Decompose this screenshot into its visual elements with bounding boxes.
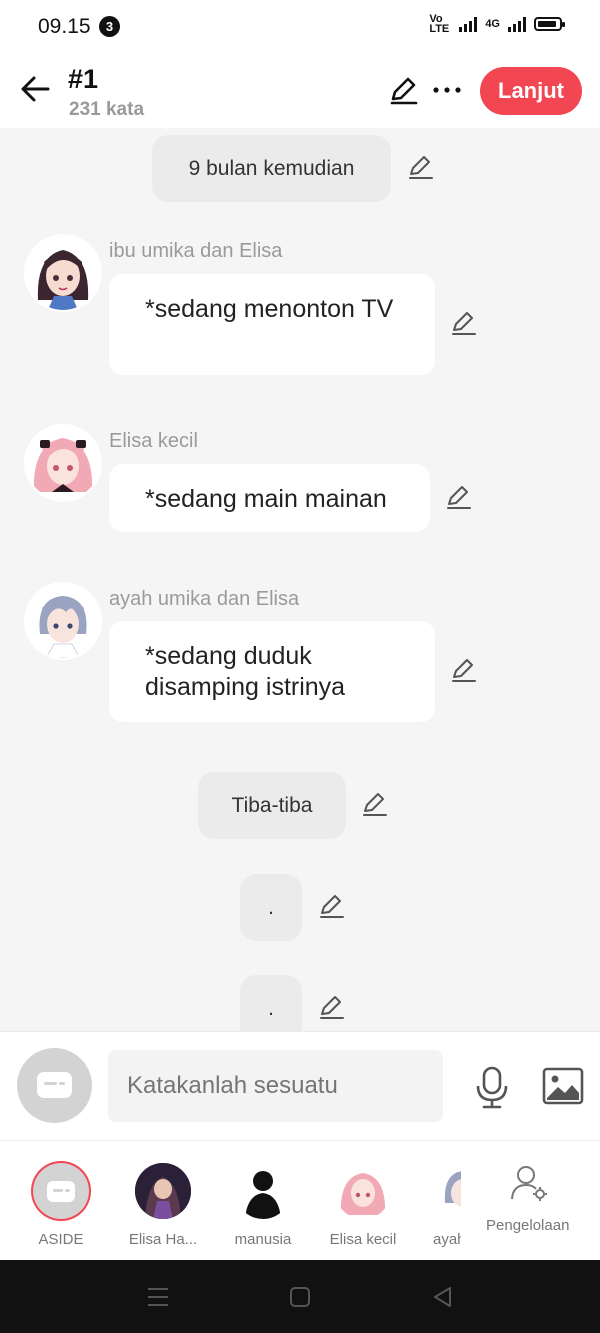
message-composer (0, 1031, 600, 1140)
character-label: Elisa kecil (329, 1231, 397, 1248)
pink-hair-girl-avatar-image (26, 426, 100, 500)
character-ayah[interactable]: ayah (421, 1163, 461, 1261)
microphone-icon[interactable] (472, 1065, 512, 1109)
edit-pencil-icon[interactable] (444, 484, 472, 512)
message-input[interactable] (108, 1050, 443, 1122)
edit-pencil-icon[interactable] (317, 994, 345, 1022)
character-avatar[interactable] (26, 426, 100, 500)
edit-pencil-icon[interactable] (406, 154, 434, 182)
battery-icon (534, 17, 565, 31)
character-avatar (135, 1163, 191, 1219)
character-avatar[interactable] (26, 236, 100, 310)
word-count: 231 kata (69, 99, 145, 120)
pink-hair-girl-avatar-image (340, 1173, 386, 1215)
edit-pencil-icon[interactable] (449, 310, 477, 338)
notification-count-badge: 3 (99, 16, 120, 37)
status-bar: 09.15 3 Vo LTE 4G (0, 0, 600, 52)
status-icons: Vo LTE 4G (429, 13, 565, 35)
aside-avatar (33, 1163, 89, 1219)
dialogue-bubble[interactable]: *sedang main mainan (109, 464, 430, 532)
back-arrow-icon[interactable] (18, 72, 52, 106)
manage-characters-icon[interactable] (509, 1163, 549, 1203)
story-header: #1 231 kata Lanjut (0, 52, 600, 128)
character-label: Elisa Ha... (128, 1231, 198, 1248)
character-avatar (235, 1163, 291, 1219)
chapter-title: #1 (68, 64, 99, 94)
volte-label: Vo LTE (429, 13, 450, 35)
status-time: 09.15 (38, 15, 91, 38)
chat-bubble-icon (37, 1072, 72, 1098)
chat-bubble-icon (47, 1181, 75, 1202)
signal-icon (459, 16, 478, 32)
edit-pencil-icon[interactable] (317, 893, 345, 921)
dark-fantasy-avatar-image (135, 1163, 191, 1219)
person-silhouette-icon (245, 1171, 281, 1219)
edit-pencil-icon[interactable] (388, 76, 418, 106)
character-avatar[interactable] (26, 584, 100, 658)
home-icon[interactable] (287, 1284, 313, 1310)
aside-mode-button[interactable] (17, 1048, 92, 1123)
character-avatar (335, 1163, 391, 1219)
narration-bubble[interactable]: . (240, 874, 302, 941)
edit-pencil-icon[interactable] (360, 791, 388, 819)
signal-icon-2 (508, 16, 526, 32)
character-bar: ASIDE Elisa Ha... manusia Elisa kecil ay… (0, 1140, 600, 1260)
narration-bubble[interactable]: Tiba-tiba (198, 772, 346, 839)
narration-bubble[interactable]: 9 bulan kemudian (152, 135, 391, 202)
more-options-icon[interactable] (432, 80, 462, 100)
silver-hair-man-avatar-image (26, 584, 100, 658)
system-navigation-bar (0, 1260, 600, 1333)
speaker-name: ayah umika dan Elisa (109, 588, 300, 610)
network-type-label: 4G (485, 18, 500, 30)
character-avatar (435, 1163, 461, 1219)
image-icon[interactable] (542, 1067, 584, 1105)
edit-pencil-icon[interactable] (449, 657, 477, 685)
manage-label[interactable]: Pengelolaan (486, 1217, 569, 1234)
character-label: ayah (433, 1231, 461, 1248)
silver-hair-man-avatar-image (444, 1171, 461, 1207)
speaker-name: Elisa kecil (109, 430, 198, 452)
character-label: manusia (234, 1231, 292, 1248)
character-label: ASIDE (38, 1231, 84, 1248)
anime-girl-avatar-image (26, 236, 100, 310)
next-button[interactable]: Lanjut (480, 67, 582, 115)
dialogue-bubble[interactable]: *sedang duduk disamping istrinya (109, 621, 435, 722)
story-chat-area[interactable]: 9 bulan kemudian ibu umika dan Elisa *se… (0, 128, 600, 1031)
back-triangle-icon[interactable] (430, 1284, 456, 1310)
narration-bubble[interactable]: . (240, 975, 302, 1031)
speaker-name: ibu umika dan Elisa (109, 240, 283, 262)
menu-icon[interactable] (145, 1284, 171, 1310)
dialogue-bubble[interactable]: *sedang menonton TV (109, 274, 435, 375)
